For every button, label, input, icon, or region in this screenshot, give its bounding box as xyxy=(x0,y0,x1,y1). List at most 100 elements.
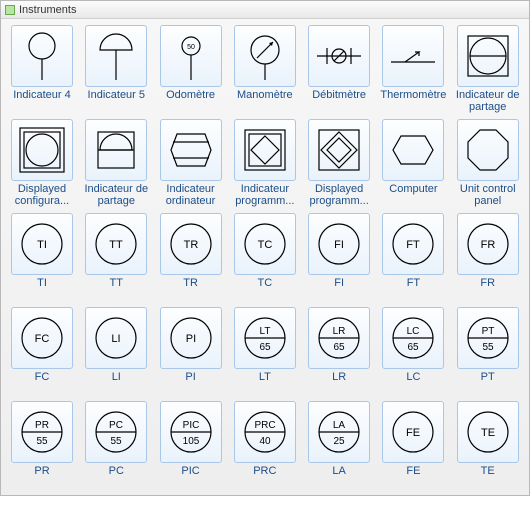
symbol-label-te: TE xyxy=(454,465,522,489)
symbol-tile-fe[interactable]: FE xyxy=(382,401,444,463)
symbol-label-li: LI xyxy=(82,371,150,395)
svg-text:25: 25 xyxy=(334,436,346,447)
svg-text:TC: TC xyxy=(258,239,273,251)
symbol-label-tc: TC xyxy=(231,277,299,301)
symbol-tile-disp-config[interactable] xyxy=(11,119,73,181)
panel-title: Instruments xyxy=(19,4,76,16)
svg-text:LT: LT xyxy=(259,326,270,337)
fr-icon: FR xyxy=(460,216,516,272)
instruments-panel: Instruments Indicateur 4Indicateur 5 50 Od… xyxy=(0,0,530,496)
symbol-tile-pt[interactable]: PT55 xyxy=(457,307,519,369)
symbol-tile-ft[interactable]: FT xyxy=(382,213,444,275)
svg-text:FE: FE xyxy=(406,427,420,439)
symbol-cell-lt: LT 65LT xyxy=(230,307,300,395)
symbol-label-fi: FI xyxy=(305,277,373,301)
symbol-cell-prc: PRC40PRC xyxy=(230,401,300,489)
symbol-tile-pr[interactable]: PR55 xyxy=(11,401,73,463)
svg-text:TE: TE xyxy=(481,427,495,439)
pc-icon: PC55 xyxy=(88,404,144,460)
symbol-tile-indicateur-5[interactable] xyxy=(85,25,147,87)
symbol-tile-pic[interactable]: PIC105 xyxy=(160,401,222,463)
symbol-tile-prc[interactable]: PRC40 xyxy=(234,401,296,463)
symbol-tile-manometre[interactable] xyxy=(234,25,296,87)
tr-icon: TR xyxy=(163,216,219,272)
symbol-label-indicateur-5: Indicateur 5 xyxy=(82,89,150,113)
symbol-label-debitmetre: Débitmètre xyxy=(305,89,373,113)
symbol-cell-fi: FIFI xyxy=(304,213,374,301)
symbol-tile-fr[interactable]: FR xyxy=(457,213,519,275)
symbol-cell-disp-prog: Displayed programm... xyxy=(304,119,374,207)
symbol-cell-ind-partage2: Indicateur de partage xyxy=(81,119,151,207)
symbol-label-fe: FE xyxy=(379,465,447,489)
pt-icon: PT55 xyxy=(460,310,516,366)
svg-text:PIC: PIC xyxy=(182,420,199,431)
symbol-tile-ind-prog[interactable] xyxy=(234,119,296,181)
symbol-tile-ind-partage2[interactable] xyxy=(85,119,147,181)
manometre-icon xyxy=(237,28,293,84)
symbol-cell-ind-ordi: Indicateur ordinateur xyxy=(156,119,226,207)
symbol-label-manometre: Manomètre xyxy=(231,89,299,113)
symbol-label-pic: PIC xyxy=(157,465,225,489)
svg-text:65: 65 xyxy=(334,342,346,353)
symbol-grid: Indicateur 4Indicateur 5 50 OdomètreManomè… xyxy=(1,19,529,495)
symbol-label-ucp: Unit control panel xyxy=(454,183,522,207)
la-icon: LA25 xyxy=(311,404,367,460)
symbol-tile-lt[interactable]: LT 65 xyxy=(234,307,296,369)
symbol-label-odometre: Odomètre xyxy=(157,89,225,113)
symbol-cell-lc: LC65LC xyxy=(378,307,448,395)
symbol-tile-odometre[interactable]: 50 xyxy=(160,25,222,87)
lt-icon: LT 65 xyxy=(237,310,293,366)
symbol-tile-tr[interactable]: TR xyxy=(160,213,222,275)
symbol-cell-tt: TT TT xyxy=(81,213,151,301)
symbol-tile-lc[interactable]: LC65 xyxy=(382,307,444,369)
symbol-label-tt: TT xyxy=(82,277,150,301)
symbol-tile-debitmetre[interactable] xyxy=(308,25,370,87)
symbol-label-ind-partage2: Indicateur de partage xyxy=(82,183,150,207)
debitmetre-icon xyxy=(311,28,367,84)
symbol-tile-fi[interactable]: FI xyxy=(308,213,370,275)
svg-text:50: 50 xyxy=(187,44,195,51)
symbol-tile-ti[interactable]: TI xyxy=(11,213,73,275)
symbol-tile-pc[interactable]: PC55 xyxy=(85,401,147,463)
symbol-tile-thermometre[interactable] xyxy=(382,25,444,87)
fe-icon: FE xyxy=(385,404,441,460)
indicateur-4-icon xyxy=(14,28,70,84)
panel-header: Instruments xyxy=(1,1,529,19)
svg-text:TR: TR xyxy=(183,239,198,251)
symbol-tile-computer[interactable] xyxy=(382,119,444,181)
symbol-tile-disp-prog[interactable] xyxy=(308,119,370,181)
svg-text:65: 65 xyxy=(408,342,420,353)
thermometre-icon xyxy=(385,28,441,84)
symbol-tile-indicateur-4[interactable] xyxy=(11,25,73,87)
symbol-tile-li[interactable]: LI xyxy=(85,307,147,369)
lc-icon: LC65 xyxy=(385,310,441,366)
ind-partage-icon xyxy=(460,28,516,84)
panel-header-icon xyxy=(5,5,15,15)
symbol-tile-tt[interactable]: TT xyxy=(85,213,147,275)
symbol-cell-ft: FTFT xyxy=(378,213,448,301)
symbol-tile-ind-partage[interactable] xyxy=(457,25,519,87)
symbol-label-lr: LR xyxy=(305,371,373,395)
symbol-cell-fe: FE FE xyxy=(378,401,448,489)
symbol-tile-fc[interactable]: FC xyxy=(11,307,73,369)
svg-text:TI: TI xyxy=(37,239,47,251)
symbol-cell-indicateur-4: Indicateur 4 xyxy=(7,25,77,113)
symbol-tile-pi[interactable]: PI xyxy=(160,307,222,369)
ti-icon: TI xyxy=(14,216,70,272)
symbol-tile-ucp[interactable] xyxy=(457,119,519,181)
symbol-tile-tc[interactable]: TC xyxy=(234,213,296,275)
svg-text:65: 65 xyxy=(259,342,271,353)
symbol-label-ti: TI xyxy=(8,277,76,301)
fc-icon: FC xyxy=(14,310,70,366)
svg-text:PRC: PRC xyxy=(254,420,275,431)
symbol-label-disp-config: Displayed configura... xyxy=(8,183,76,207)
ft-icon: FT xyxy=(385,216,441,272)
symbol-cell-pr: PR55PR xyxy=(7,401,77,489)
symbol-tile-lr[interactable]: LR 65 xyxy=(308,307,370,369)
svg-text:LR: LR xyxy=(333,326,346,337)
symbol-tile-ind-ordi[interactable] xyxy=(160,119,222,181)
symbol-tile-la[interactable]: LA25 xyxy=(308,401,370,463)
tt-icon: TT xyxy=(88,216,144,272)
symbol-label-fr: FR xyxy=(454,277,522,301)
symbol-tile-te[interactable]: TE xyxy=(457,401,519,463)
